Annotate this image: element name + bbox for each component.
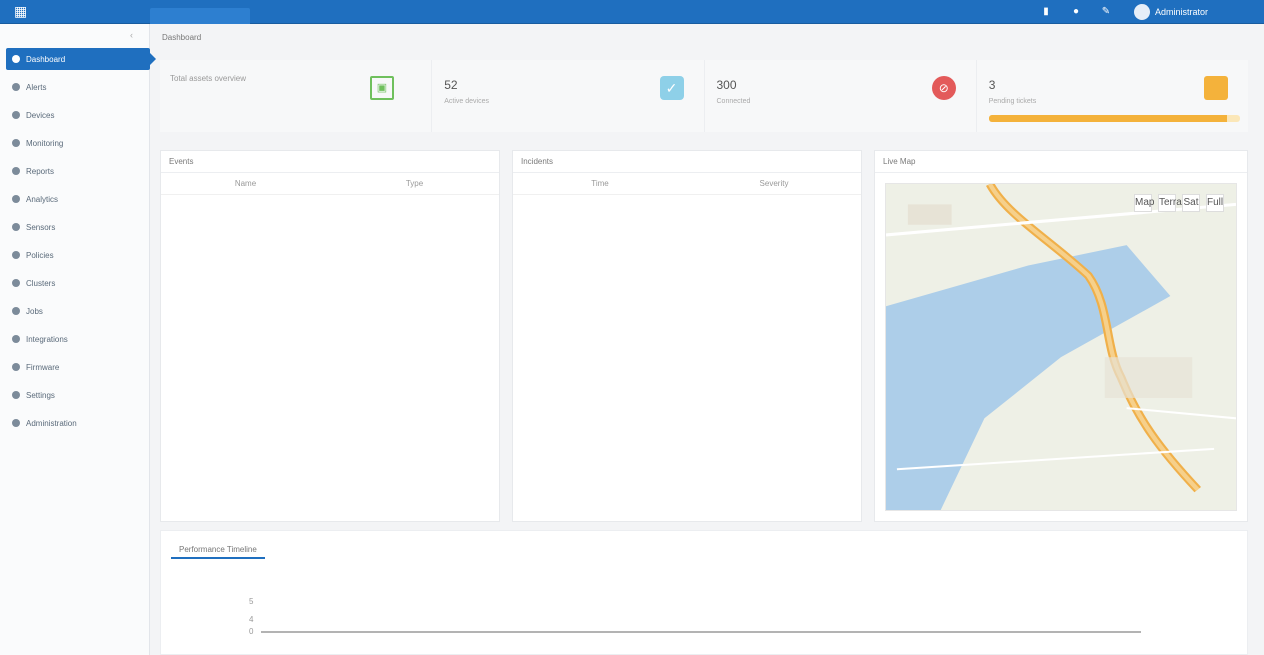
globe-icon[interactable]: ● xyxy=(1070,6,1082,18)
y-tick-label: 4 xyxy=(249,615,254,624)
frame-icon: ▣ xyxy=(370,76,394,100)
sidebar-item-settings[interactable]: Settings xyxy=(6,384,150,406)
username[interactable]: Administrator xyxy=(1155,7,1208,17)
job-icon xyxy=(12,307,20,315)
sidebar-item-label: Sensors xyxy=(26,222,56,232)
stat-title: Total assets overview xyxy=(170,74,247,83)
map-panel: Live Map Map Terrain Sat Full xyxy=(874,150,1248,522)
sidebar-item-label: Analytics xyxy=(26,194,59,204)
map-type-sat[interactable]: Sat xyxy=(1182,194,1200,212)
stat-card: 300 Connected ⊘ xyxy=(704,60,977,132)
sidebar-item-label: Administration xyxy=(26,418,77,428)
panel-title: Events xyxy=(161,151,499,173)
y-tick-label: 5 xyxy=(249,597,254,606)
map-type-map[interactable]: Map xyxy=(1134,194,1154,212)
sidebar-item-reports[interactable]: Reports xyxy=(6,160,150,182)
stat-card: 3 Pending tickets xyxy=(976,60,1248,132)
stat-caption: Connected xyxy=(716,98,751,105)
panel-title: Live Map xyxy=(875,151,1247,173)
column-header[interactable]: Time xyxy=(513,179,687,188)
dashboard-icon xyxy=(12,55,20,63)
stat-caption: Active devices xyxy=(444,98,489,105)
plug-icon xyxy=(12,335,20,343)
timeline-axis: 5 4 0 xyxy=(241,597,1141,637)
events-panel: Events Name Type xyxy=(160,150,500,522)
sidebar-item-analytics[interactable]: Analytics xyxy=(6,188,150,210)
sidebar-item-dashboard[interactable]: Dashboard xyxy=(6,48,156,70)
sidebar-item-label: Settings xyxy=(26,390,55,400)
sidebar-collapse-icon[interactable]: ‹ xyxy=(130,30,133,40)
chip-icon xyxy=(12,363,20,371)
report-icon xyxy=(12,167,20,175)
monitor-icon xyxy=(12,139,20,147)
table-header: Time Severity xyxy=(513,173,861,195)
fullscreen-button[interactable]: Full xyxy=(1206,194,1224,212)
avatar[interactable] xyxy=(1134,4,1150,20)
y-tick-label: 0 xyxy=(249,627,254,636)
stat-value: 300 xyxy=(716,78,737,92)
app-logo-icon[interactable]: ▦ xyxy=(14,3,40,21)
panel-title: Incidents xyxy=(513,151,861,173)
sidebar: ‹ Dashboard Alerts Devices Monitoring Re… xyxy=(0,24,156,655)
column-header[interactable]: Severity xyxy=(687,179,861,188)
sidebar-item-label: Devices xyxy=(26,110,55,120)
table-header: Name Type xyxy=(161,173,499,195)
top-tab[interactable] xyxy=(150,8,250,24)
sidebar-item-label: Dashboard xyxy=(26,54,66,64)
stat-card: Total assets overview ▣ xyxy=(160,60,433,132)
stat-card: 52 Active devices ✓ xyxy=(432,60,705,132)
sidebar-item-label: Policies xyxy=(26,250,54,260)
sidebar-item-clusters[interactable]: Clusters xyxy=(6,272,150,294)
sidebar-item-firmware[interactable]: Firmware xyxy=(6,356,150,378)
sidebar-item-monitoring[interactable]: Monitoring xyxy=(6,132,150,154)
progress-fill xyxy=(988,115,1228,122)
sidebar-item-integrations[interactable]: Integrations xyxy=(6,328,150,350)
sidebar-item-label: Jobs xyxy=(26,306,43,316)
timeline-panel: Performance Timeline 5 4 0 xyxy=(160,530,1248,655)
stat-value: 3 xyxy=(988,78,996,92)
sidebar-item-label: Firmware xyxy=(26,362,60,372)
stat-caption: Pending tickets xyxy=(988,98,1037,105)
device-icon xyxy=(12,111,20,119)
map-controls: Map Terrain Sat Full xyxy=(1134,194,1224,212)
map-type-terrain[interactable]: Terrain xyxy=(1158,194,1190,212)
map-view[interactable]: Map Terrain Sat Full xyxy=(885,183,1237,511)
breadcrumb[interactable]: Dashboard xyxy=(162,33,201,42)
sensor-icon xyxy=(12,223,20,231)
sidebar-item-administration[interactable]: Administration xyxy=(6,412,150,434)
sidebar-item-label: Reports xyxy=(26,166,55,176)
policy-icon xyxy=(12,251,20,259)
bell-icon xyxy=(12,83,20,91)
chart-icon[interactable]: ▮ xyxy=(1040,6,1052,18)
check-icon: ✓ xyxy=(659,76,684,100)
sidebar-item-alerts[interactable]: Alerts xyxy=(6,76,150,98)
stop-icon: ⊘ xyxy=(931,76,956,100)
sidebar-item-policies[interactable]: Policies xyxy=(6,244,150,266)
cluster-icon xyxy=(12,279,20,287)
gear-icon xyxy=(12,391,20,399)
analytics-icon xyxy=(12,195,20,203)
settings-icon[interactable]: ✎ xyxy=(1100,6,1112,18)
sidebar-item-devices[interactable]: Devices xyxy=(6,104,150,126)
tab-performance[interactable]: Performance Timeline xyxy=(171,541,265,559)
incidents-panel: Incidents Time Severity xyxy=(512,150,862,522)
stat-value: 52 xyxy=(444,78,458,92)
sidebar-item-sensors[interactable]: Sensors xyxy=(6,216,150,238)
sidebar-item-jobs[interactable]: Jobs xyxy=(6,300,150,322)
sidebar-item-label: Monitoring xyxy=(26,138,64,148)
progress-bar xyxy=(988,115,1240,122)
sidebar-item-label: Alerts xyxy=(26,82,47,92)
timeline-line xyxy=(261,631,1141,633)
sidebar-item-label: Integrations xyxy=(26,334,68,344)
column-header[interactable]: Type xyxy=(330,179,499,188)
admin-icon xyxy=(12,419,20,427)
top-bar: ▦ ▮ ● ✎ Administrator xyxy=(0,0,1264,24)
map-canvas xyxy=(886,184,1236,510)
sidebar-item-label: Clusters xyxy=(26,278,56,288)
bag-icon xyxy=(1204,76,1228,100)
column-header[interactable]: Name xyxy=(161,179,330,188)
stats-strip: Total assets overview ▣ 52 Active device… xyxy=(160,60,1248,132)
